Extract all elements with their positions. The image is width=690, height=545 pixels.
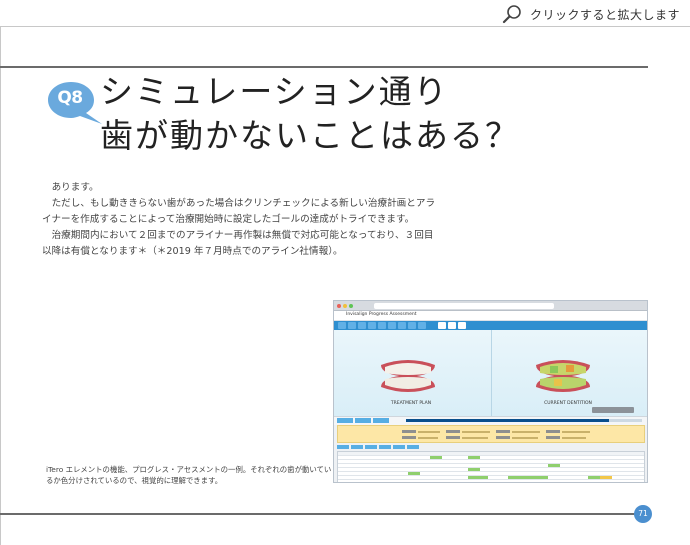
stage-progress-fill <box>406 419 609 422</box>
grid-cell <box>508 476 548 479</box>
legend-swatch <box>546 430 560 433</box>
legend-line <box>418 431 440 433</box>
title-line-2: 歯が動かないことはある？ <box>100 116 520 155</box>
legend-line <box>462 431 490 433</box>
grid-cell <box>600 476 612 479</box>
current-dentition-label: CURRENT DENTITION <box>544 401 592 406</box>
title-line-1: シミュレーション通り <box>100 72 449 111</box>
grid-tab[interactable] <box>365 445 377 449</box>
maximize-dot-icon <box>349 304 353 308</box>
toolbar-button-icon <box>418 322 426 329</box>
toolbar-button-icon <box>358 322 366 329</box>
grid-tab[interactable] <box>337 445 349 449</box>
app-toolbar <box>334 321 647 330</box>
stage-tab[interactable] <box>337 418 353 423</box>
magnifier-icon <box>502 5 521 24</box>
figure-caption: iTero エレメントの機能、プログレス・アセスメントの一例。それぞれの歯が動い… <box>46 465 332 485</box>
minimize-dot-icon <box>343 304 347 308</box>
close-dot-icon <box>337 304 341 308</box>
legend-swatch <box>496 436 510 439</box>
app-title: Invisalign Progress Assessment <box>346 312 417 317</box>
toolbar-button-icon <box>458 322 466 329</box>
legend-line <box>512 437 538 439</box>
toolbar-button-icon <box>398 322 406 329</box>
top-rule <box>0 66 648 68</box>
app-header: Invisalign Progress Assessment <box>334 311 647 321</box>
answer-paragraph-1: あります。 <box>51 182 99 193</box>
grid-cell <box>430 456 442 459</box>
legend-line <box>512 431 540 433</box>
toolbar-button-icon <box>448 322 456 329</box>
grid-cell <box>588 476 600 479</box>
teeth-model-current-dentition-icon <box>536 360 590 392</box>
legend-line <box>418 437 438 439</box>
legend-swatch <box>546 436 560 439</box>
progress-assessment-screenshot[interactable]: Invisalign Progress Assessment TREATMENT… <box>333 300 648 483</box>
grid-tab[interactable] <box>379 445 391 449</box>
legend-swatch <box>402 430 416 433</box>
stage-tab[interactable] <box>373 418 389 423</box>
zoom-hint-label: クリックすると拡大します <box>529 7 680 22</box>
stage-tab[interactable] <box>355 418 371 423</box>
legend-line <box>562 437 586 439</box>
grid-cell <box>408 472 420 475</box>
page-number: 71 <box>634 505 652 523</box>
view-divider <box>491 330 492 416</box>
legend-swatch <box>496 430 510 433</box>
legend-swatch <box>402 436 416 439</box>
treatment-plan-label: TREATMENT PLAN <box>390 401 432 406</box>
toolbar-button-icon <box>348 322 356 329</box>
toolbar-button-icon <box>388 322 396 329</box>
grid-cell <box>548 464 560 467</box>
legend-line <box>462 437 488 439</box>
page-title: シミュレーション通り 歯が動かないことはある？ <box>100 70 520 158</box>
tooth-movement-grid <box>337 451 645 482</box>
toolbar-button-icon <box>408 322 416 329</box>
legend-swatch <box>446 430 460 433</box>
grid-tab[interactable] <box>351 445 363 449</box>
grid-cell <box>468 456 480 459</box>
answer-paragraph-2: ただし、もし動ききらない歯があった場合はクリンチェックによる新しい治療計画とアラ… <box>42 198 436 225</box>
bottom-rule <box>0 513 648 515</box>
legend-line <box>562 431 590 433</box>
toolbar-button-icon <box>378 322 386 329</box>
legend-swatch <box>446 436 460 439</box>
top-bar: クリックすると拡大します <box>0 0 690 26</box>
grid-tab[interactable] <box>393 445 405 449</box>
toolbar-button-icon <box>338 322 346 329</box>
url-field <box>374 303 554 309</box>
teeth-model-treatment-plan-icon <box>381 360 435 392</box>
answer-paragraph-3: 治療期間内において２回までのアライナー再作製は無償で対応可能となっており、３回目… <box>42 230 434 257</box>
legend-panel <box>337 425 645 443</box>
grid-cell <box>468 476 488 479</box>
browser-bar <box>334 301 647 311</box>
toolbar-button-icon <box>438 322 446 329</box>
compare-button[interactable] <box>592 407 634 413</box>
question-badge: Q8 <box>57 88 83 108</box>
toolbar-button-icon <box>368 322 376 329</box>
grid-tab[interactable] <box>407 445 419 449</box>
answer-body: あります。 ただし、もし動ききらない歯があった場合はクリンチェックによる新しい治… <box>42 180 442 260</box>
zoom-hint-button[interactable]: クリックすると拡大します <box>502 4 680 24</box>
grid-cell <box>468 468 480 471</box>
